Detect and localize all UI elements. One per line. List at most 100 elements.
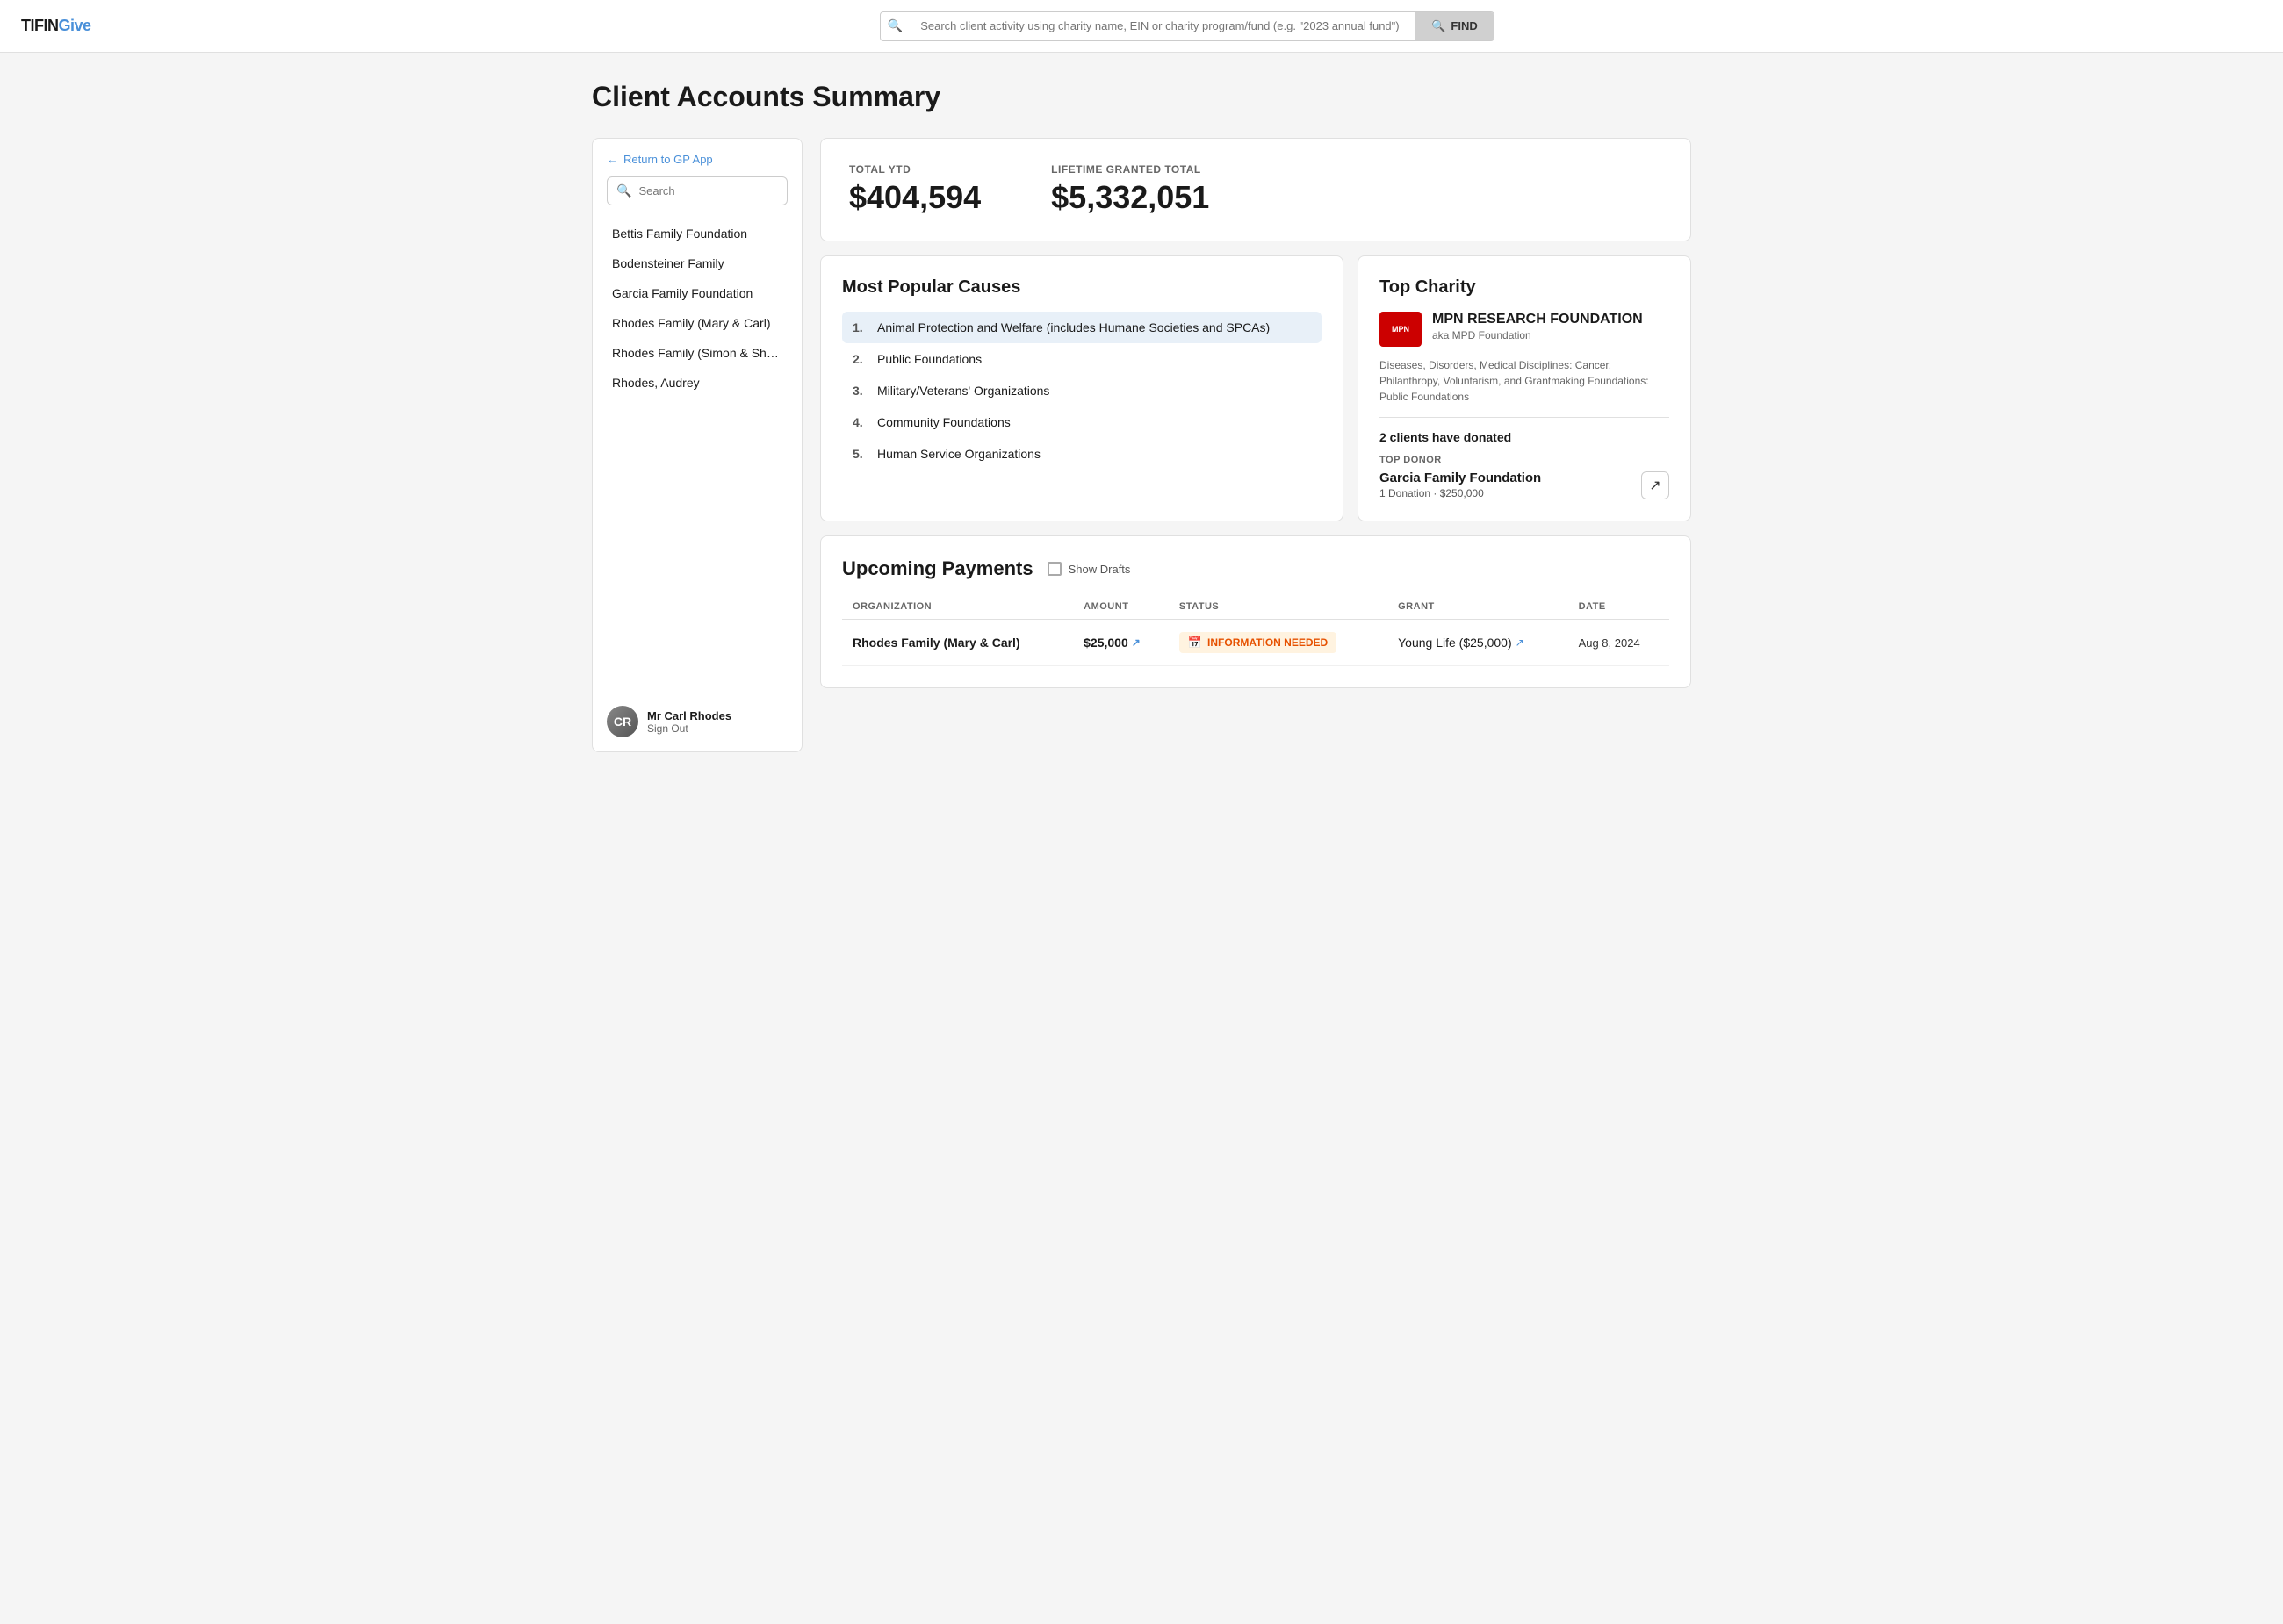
sidebar-nav: Bettis Family Foundation Bodensteiner Fa… xyxy=(607,219,788,397)
arrow-right-icon: ↗ xyxy=(1649,477,1660,494)
cause-item-4: 4. Community Foundations xyxy=(842,406,1322,438)
total-ytd-block: TOTAL YTD $404,594 xyxy=(849,163,981,216)
footer-info: Mr Carl Rhodes Sign Out xyxy=(647,709,731,735)
global-search-bar: 🔍 🔍 FIND xyxy=(880,11,1494,41)
right-content: TOTAL YTD $404,594 LIFETIME GRANTED TOTA… xyxy=(820,138,1691,688)
sidebar-item-rhodes-audrey[interactable]: Rhodes, Audrey xyxy=(607,369,788,397)
find-button[interactable]: 🔍 FIND xyxy=(1415,12,1494,40)
arrow-left-icon: ← xyxy=(607,153,618,166)
payment-date: Aug 8, 2024 xyxy=(1568,620,1669,666)
return-label: Return to GP App xyxy=(623,153,713,166)
cause-text-3: Military/Veterans' Organizations xyxy=(877,384,1049,398)
payments-table-head: ORGANIZATION AMOUNT STATUS GRANT DATE xyxy=(842,594,1669,620)
cause-item-3: 3. Military/Veterans' Organizations xyxy=(842,375,1322,406)
find-search-icon: 🔍 xyxy=(1431,19,1445,33)
cause-text-1: Animal Protection and Welfare (includes … xyxy=(877,320,1270,334)
sidebar-item-bodensteiner[interactable]: Bodensteiner Family xyxy=(607,249,788,277)
sidebar: ← Return to GP App 🔍 Bettis Family Found… xyxy=(592,138,803,752)
charity-header: MPN MPN RESEARCH FOUNDATION aka MPD Foun… xyxy=(1379,312,1669,347)
cause-item-2: 2. Public Foundations xyxy=(842,343,1322,375)
top-donor-label: TOP DONOR xyxy=(1379,455,1669,465)
donor-name: Garcia Family Foundation xyxy=(1379,471,1541,485)
lifetime-value: $5,332,051 xyxy=(1051,179,1209,216)
donor-info: Garcia Family Foundation 1 Donation · $2… xyxy=(1379,471,1541,499)
show-drafts-label: Show Drafts xyxy=(1069,563,1131,576)
payment-status: 📅 INFORMATION NEEDED xyxy=(1169,620,1387,666)
sidebar-item-bettis[interactable]: Bettis Family Foundation xyxy=(607,219,788,248)
payments-header: Upcoming Payments Show Drafts xyxy=(842,557,1669,580)
sidebar-search-box: 🔍 xyxy=(607,176,788,205)
amount-value: $25,000 xyxy=(1084,636,1128,650)
col-organization: ORGANIZATION xyxy=(842,594,1073,620)
grant-text: Young Life ($25,000) xyxy=(1398,636,1511,650)
show-drafts: Show Drafts xyxy=(1048,562,1131,576)
cause-num-5: 5. xyxy=(853,447,868,461)
search-icon: 🔍 xyxy=(881,18,910,33)
divider xyxy=(1379,417,1669,418)
clients-donated: 2 clients have donated xyxy=(1379,430,1669,444)
cause-text-4: Community Foundations xyxy=(877,415,1011,429)
table-row: Rhodes Family (Mary & Carl) $25,000 ↗ xyxy=(842,620,1669,666)
status-badge: 📅 INFORMATION NEEDED xyxy=(1179,632,1336,653)
cause-num-1: 1. xyxy=(853,320,868,334)
sidebar-item-rhodes-mary[interactable]: Rhodes Family (Mary & Carl) xyxy=(607,309,788,337)
charity-logo: MPN xyxy=(1379,312,1422,347)
global-search-input[interactable] xyxy=(910,12,1415,40)
page-title: Client Accounts Summary xyxy=(592,81,1691,113)
sidebar-search-icon: 🔍 xyxy=(616,183,631,198)
charity-aka: aka MPD Foundation xyxy=(1432,329,1643,341)
donor-detail: 1 Donation · $250,000 xyxy=(1379,487,1541,499)
logo-give: Give xyxy=(59,17,91,35)
show-drafts-checkbox[interactable] xyxy=(1048,562,1062,576)
org-name: Rhodes Family (Mary & Carl) xyxy=(853,636,1020,650)
top-charity-title: Top Charity xyxy=(1379,277,1669,298)
causes-card: Most Popular Causes 1. Animal Protection… xyxy=(820,255,1343,521)
logo: TIFIN Give xyxy=(21,17,91,35)
causes-title: Most Popular Causes xyxy=(842,277,1322,298)
col-amount: AMOUNT xyxy=(1073,594,1169,620)
top-charity-card: Top Charity MPN MPN RESEARCH FOUNDATION … xyxy=(1358,255,1691,521)
return-link[interactable]: ← Return to GP App xyxy=(607,153,788,166)
col-status: STATUS xyxy=(1169,594,1387,620)
stats-card: TOTAL YTD $404,594 LIFETIME GRANTED TOTA… xyxy=(820,138,1691,241)
lifetime-label: LIFETIME GRANTED TOTAL xyxy=(1051,163,1209,176)
cause-text-2: Public Foundations xyxy=(877,352,982,366)
donor-row: Garcia Family Foundation 1 Donation · $2… xyxy=(1379,471,1669,499)
charity-nav-button[interactable]: ↗ xyxy=(1641,471,1669,499)
payment-org: Rhodes Family (Mary & Carl) xyxy=(842,620,1073,666)
cause-num-2: 2. xyxy=(853,352,868,366)
calendar-icon: 📅 xyxy=(1188,636,1202,650)
payments-table-body: Rhodes Family (Mary & Carl) $25,000 ↗ xyxy=(842,620,1669,666)
cause-item-1: 1. Animal Protection and Welfare (includ… xyxy=(842,312,1322,343)
sidebar-item-rhodes-simon[interactable]: Rhodes Family (Simon & Sh… xyxy=(607,339,788,367)
charity-logo-text: MPN xyxy=(1392,325,1409,334)
charity-name-block: MPN RESEARCH FOUNDATION aka MPD Foundati… xyxy=(1432,312,1643,341)
status-text: INFORMATION NEEDED xyxy=(1207,636,1328,649)
payments-card: Upcoming Payments Show Drafts ORGANIZATI… xyxy=(820,535,1691,688)
content-layout: ← Return to GP App 🔍 Bettis Family Found… xyxy=(592,138,1691,752)
sidebar-footer: CR Mr Carl Rhodes Sign Out xyxy=(607,693,788,737)
col-date: DATE xyxy=(1568,594,1669,620)
cause-num-4: 4. xyxy=(853,415,868,429)
date-value: Aug 8, 2024 xyxy=(1579,636,1640,650)
avatar-initials: CR xyxy=(607,706,638,737)
sidebar-search-input[interactable] xyxy=(638,184,778,198)
causes-list: 1. Animal Protection and Welfare (includ… xyxy=(842,312,1322,470)
payments-table: ORGANIZATION AMOUNT STATUS GRANT DATE Rh… xyxy=(842,594,1669,666)
sidebar-item-garcia[interactable]: Garcia Family Foundation xyxy=(607,279,788,307)
header: TIFIN Give 🔍 🔍 FIND xyxy=(0,0,2283,53)
footer-name: Mr Carl Rhodes xyxy=(647,709,731,722)
total-ytd-label: TOTAL YTD xyxy=(849,163,981,176)
cause-text-5: Human Service Organizations xyxy=(877,447,1041,461)
sign-out-link[interactable]: Sign Out xyxy=(647,722,731,735)
main-container: Client Accounts Summary ← Return to GP A… xyxy=(571,53,1712,780)
total-ytd-value: $404,594 xyxy=(849,179,981,216)
charity-name: MPN RESEARCH FOUNDATION xyxy=(1432,312,1643,327)
find-label: FIND xyxy=(1451,19,1477,32)
logo-tifin: TIFIN xyxy=(21,17,59,35)
amount-arrow-icon: ↗ xyxy=(1132,636,1141,649)
col-grant: GRANT xyxy=(1387,594,1567,620)
payments-title: Upcoming Payments xyxy=(842,557,1033,580)
payment-grant: Young Life ($25,000) ↗ xyxy=(1387,620,1567,666)
grant-arrow-icon: ↗ xyxy=(1516,636,1524,649)
